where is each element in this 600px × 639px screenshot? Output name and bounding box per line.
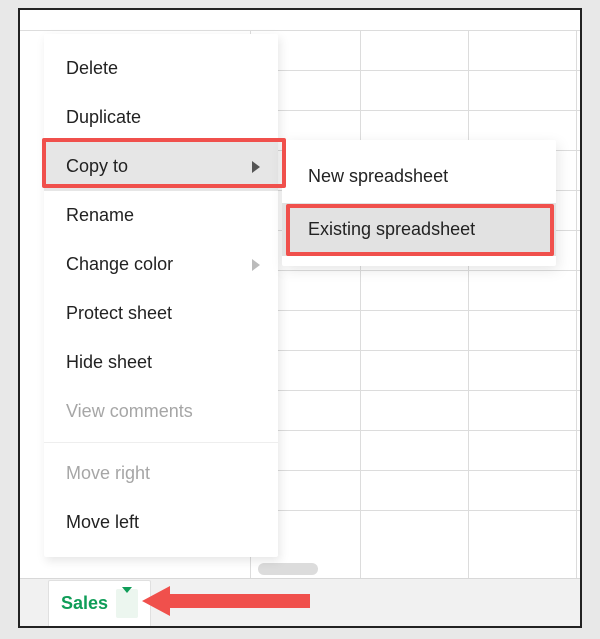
app-window: Delete Duplicate Copy to Rename Change c…	[18, 8, 582, 628]
menu-separator	[44, 442, 278, 443]
copy-to-submenu: New spreadsheet Existing spreadsheet	[282, 140, 556, 266]
menu-item-move-right: Move right	[44, 449, 278, 498]
menu-item-view-comments: View comments	[44, 387, 278, 436]
sheet-tab-dropdown-button[interactable]	[116, 589, 138, 618]
submenu-item-existing-spreadsheet[interactable]: Existing spreadsheet	[282, 203, 556, 256]
chevron-right-icon	[252, 161, 260, 173]
menu-item-duplicate[interactable]: Duplicate	[44, 93, 278, 142]
menu-item-copy-to[interactable]: Copy to	[44, 142, 278, 191]
sheet-context-menu: Delete Duplicate Copy to Rename Change c…	[44, 34, 278, 557]
menu-item-label: Change color	[66, 254, 173, 274]
chevron-right-icon	[252, 259, 260, 271]
submenu-item-new-spreadsheet[interactable]: New spreadsheet	[282, 150, 556, 203]
menu-item-move-left[interactable]: Move left	[44, 498, 278, 547]
sheet-tab-label: Sales	[61, 593, 108, 614]
menu-item-delete[interactable]: Delete	[44, 44, 278, 93]
spreadsheet-grid[interactable]	[250, 30, 580, 578]
menu-item-label: Copy to	[66, 156, 128, 176]
menu-item-change-color[interactable]: Change color	[44, 240, 278, 289]
sheet-tab-sales[interactable]: Sales	[48, 580, 151, 626]
menu-item-rename[interactable]: Rename	[44, 191, 278, 240]
menu-item-hide-sheet[interactable]: Hide sheet	[44, 338, 278, 387]
caret-down-icon	[122, 587, 132, 613]
sheet-tab-bar: Sales	[20, 578, 580, 626]
horizontal-scrollbar-thumb[interactable]	[258, 563, 318, 575]
menu-item-protect-sheet[interactable]: Protect sheet	[44, 289, 278, 338]
